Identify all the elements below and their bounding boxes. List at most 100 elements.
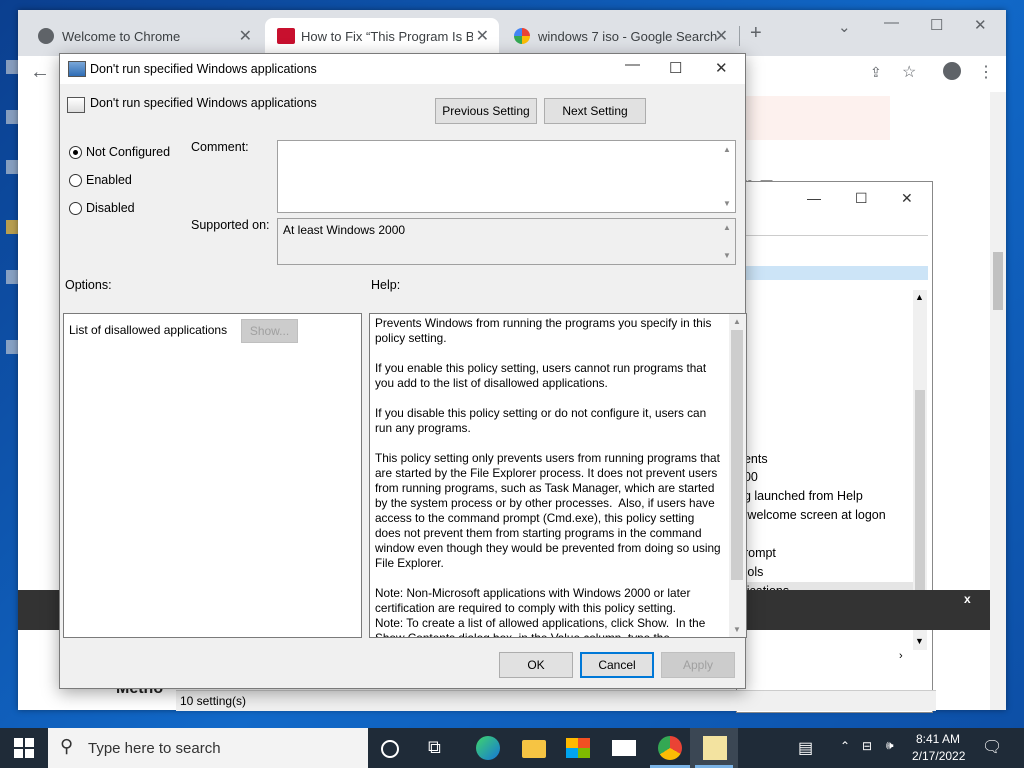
banner-close-button[interactable]: x xyxy=(964,592,971,606)
maximize-button[interactable]: ☐ xyxy=(855,190,868,207)
supported-scrollbar[interactable]: ▲ ▼ xyxy=(719,219,735,264)
tab-search-chevron-icon[interactable]: ⌄ xyxy=(838,18,851,36)
tab-title: Welcome to Chrome xyxy=(62,29,181,44)
desktop-icon[interactable] xyxy=(6,340,18,354)
scroll-down-icon[interactable]: ▼ xyxy=(723,251,731,260)
task-view-icon[interactable]: ⧉ xyxy=(428,737,452,761)
tab-google-search[interactable]: windows 7 iso - Google Search ✕ xyxy=(502,18,738,56)
policy-icon xyxy=(68,61,86,77)
ok-button[interactable]: OK xyxy=(499,652,573,678)
radio-circle[interactable] xyxy=(69,174,82,187)
comment-field[interactable]: ▲ ▼ xyxy=(277,140,736,213)
google-icon xyxy=(514,28,530,44)
scroll-up-icon[interactable]: ▲ xyxy=(733,317,741,326)
tab-strip: Welcome to Chrome ✕ How to Fix “This Pro… xyxy=(18,10,1006,56)
scroll-down-icon[interactable]: ▼ xyxy=(733,625,741,634)
notifications-icon[interactable]: 🗨 xyxy=(982,737,1002,757)
show-button[interactable]: Show... xyxy=(241,319,298,343)
next-setting-button[interactable]: Next Setting xyxy=(544,98,646,124)
close-window-button[interactable]: ✕ xyxy=(974,16,987,34)
edge-icon[interactable] xyxy=(476,736,500,760)
help-text: Prevents Windows from running the progra… xyxy=(375,316,721,638)
scroll-up-icon[interactable]: ▲ xyxy=(915,292,924,302)
close-icon[interactable]: ✕ xyxy=(715,26,728,46)
volume-icon[interactable]: 🕪 xyxy=(886,738,894,753)
scroll-right-icon[interactable]: › xyxy=(899,650,903,662)
selected-row[interactable] xyxy=(737,266,928,280)
radio-circle[interactable] xyxy=(69,202,82,215)
minimize-button[interactable]: — xyxy=(807,190,821,206)
tab-title: windows 7 iso - Google Search xyxy=(538,29,718,44)
previous-setting-button[interactable]: Previous Setting xyxy=(435,98,537,124)
dialog-title: Don't run specified Windows applications xyxy=(90,62,317,76)
news-widget-icon[interactable]: ▤ xyxy=(798,738,813,758)
bookmark-star-icon[interactable]: ☆ xyxy=(902,62,916,82)
desktop-icon[interactable] xyxy=(6,160,18,174)
policy-setting-dialog: Don't run specified Windows applications… xyxy=(59,53,747,689)
desktop-folder-icon[interactable] xyxy=(6,220,18,234)
taskbar-search-box[interactable]: ⚲ Type here to search xyxy=(48,728,368,768)
group-policy-editor-window: — ☐ ✕ nents 000 ng launched from Help d … xyxy=(736,181,933,713)
close-button[interactable]: ✕ xyxy=(715,59,728,77)
help-scrollbar[interactable]: ▲ ▼ xyxy=(729,314,746,637)
chrome-icon[interactable] xyxy=(658,736,682,760)
tab-welcome[interactable]: Welcome to Chrome ✕ xyxy=(26,18,262,56)
back-arrow-icon[interactable]: ← xyxy=(30,61,50,84)
maximize-button[interactable]: ☐ xyxy=(930,16,943,34)
close-icon[interactable]: ✕ xyxy=(476,26,489,46)
minimize-button[interactable]: — xyxy=(625,56,640,73)
network-icon[interactable]: ⊟ xyxy=(862,739,872,753)
radio-label: Disabled xyxy=(86,201,135,215)
supported-on-value: At least Windows 2000 xyxy=(283,223,406,237)
chevron-up-icon[interactable]: ⌃ xyxy=(840,739,850,753)
options-label: Options: xyxy=(65,278,112,292)
minimize-button[interactable]: — xyxy=(884,14,899,31)
desktop-icon[interactable] xyxy=(6,110,18,124)
scroll-up-icon[interactable]: ▲ xyxy=(723,223,731,232)
setting-name: Don't run specified Windows applications xyxy=(90,96,317,110)
maximize-button[interactable]: ☐ xyxy=(669,59,682,77)
desktop-icon[interactable] xyxy=(6,60,18,74)
search-icon: ⚲ xyxy=(60,736,74,756)
apply-button[interactable]: Apply xyxy=(661,652,735,678)
search-placeholder: Type here to search xyxy=(88,740,221,757)
page-scrollbar-thumb[interactable] xyxy=(993,252,1003,310)
scroll-down-icon[interactable]: ▼ xyxy=(915,636,924,646)
options-panel: List of disallowed applications Show... xyxy=(63,313,362,638)
mt-favicon-icon xyxy=(277,28,295,44)
status-bar: 10 setting(s) xyxy=(176,690,936,711)
microsoft-store-icon[interactable] xyxy=(566,738,590,758)
file-explorer-icon[interactable] xyxy=(522,740,546,758)
comment-scrollbar[interactable]: ▲ ▼ xyxy=(719,141,735,212)
policy-item[interactable]: ng launched from Help xyxy=(737,489,863,503)
start-windows-icon[interactable] xyxy=(14,738,34,758)
help-panel: Prevents Windows from running the progra… xyxy=(369,313,747,638)
scroll-down-icon[interactable]: ▼ xyxy=(723,199,731,208)
clock-time[interactable]: 8:41 AM xyxy=(916,732,960,746)
tab-mt-article[interactable]: How to Fix “This Program Is Bloc ✕ xyxy=(265,18,499,56)
mail-icon[interactable] xyxy=(612,740,636,756)
menu-kebab-icon[interactable]: ⋮ xyxy=(978,62,994,82)
radio-label: Not Configured xyxy=(86,145,171,159)
close-button[interactable]: ✕ xyxy=(901,190,913,207)
help-scrollbar-thumb[interactable] xyxy=(731,330,743,580)
scroll-up-icon[interactable]: ▲ xyxy=(723,145,731,154)
radio-label: Enabled xyxy=(86,173,132,187)
radio-circle-selected[interactable] xyxy=(69,146,82,159)
desktop-icon[interactable] xyxy=(6,270,18,284)
profile-avatar[interactable] xyxy=(943,62,961,80)
help-label: Help: xyxy=(371,278,401,292)
page-scrollbar[interactable] xyxy=(990,92,1006,710)
option-list-label: List of disallowed applications xyxy=(69,323,228,337)
cortana-icon[interactable] xyxy=(381,740,399,758)
close-icon[interactable]: ✕ xyxy=(239,26,252,46)
new-tab-button[interactable]: + xyxy=(750,22,762,45)
active-taskbar-item[interactable] xyxy=(690,728,738,768)
clock-date[interactable]: 2/17/2022 xyxy=(912,749,965,763)
page-ad-block xyxy=(730,96,890,140)
share-icon[interactable]: ⇪ xyxy=(870,64,882,81)
policy-item[interactable]: d welcome screen at logon xyxy=(737,508,886,522)
taskbar: ⚲ Type here to search ⧉ ▤ ⌃ ⊟ 🕪 8:41 AM … xyxy=(0,728,1024,768)
status-text: 10 setting(s) xyxy=(180,694,247,708)
cancel-button[interactable]: Cancel xyxy=(580,652,654,678)
